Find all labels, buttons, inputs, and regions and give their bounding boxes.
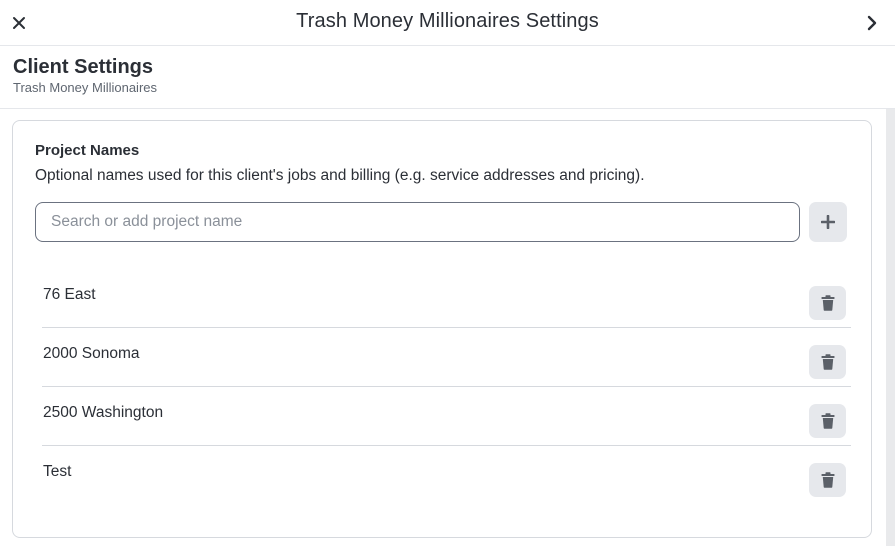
- add-project-button[interactable]: [809, 202, 847, 242]
- trash-icon: [821, 354, 834, 370]
- delete-project-button[interactable]: [809, 345, 846, 379]
- section-header: Client Settings Trash Money Millionaires: [13, 55, 157, 96]
- list-item: 2000 Sonoma: [42, 328, 851, 387]
- top-bar: Trash Money Millionaires Settings: [0, 0, 895, 46]
- section-subtitle: Trash Money Millionaires: [13, 80, 158, 95]
- list-item: Test: [42, 446, 851, 505]
- project-name: Test: [43, 463, 72, 480]
- delete-project-button[interactable]: [809, 463, 846, 497]
- plus-icon: [821, 215, 835, 229]
- scrollbar[interactable]: [886, 109, 895, 546]
- trash-icon: [821, 472, 834, 488]
- card-title: Project Names: [35, 142, 140, 159]
- project-names-card: Project Names Optional names used for th…: [12, 120, 872, 538]
- trash-icon: [821, 295, 834, 311]
- list-item: 76 East: [42, 269, 851, 328]
- project-list: 76 East 2000 Sonoma 2500 Washington Test: [42, 269, 851, 505]
- list-item: 2500 Washington: [42, 387, 851, 446]
- card-description: Optional names used for this client's jo…: [35, 167, 645, 184]
- delete-project-button[interactable]: [809, 286, 846, 320]
- chevron-right-icon: [867, 15, 877, 31]
- section-title: Client Settings: [13, 56, 154, 78]
- project-name: 2000 Sonoma: [43, 345, 140, 362]
- next-button[interactable]: [862, 12, 882, 34]
- project-search-input[interactable]: [35, 202, 800, 242]
- trash-icon: [821, 413, 834, 429]
- dialog-title: Trash Money Millionaires Settings: [296, 10, 599, 32]
- delete-project-button[interactable]: [809, 404, 846, 438]
- header-divider: [0, 108, 895, 109]
- project-name: 2500 Washington: [43, 404, 164, 421]
- project-name: 76 East: [43, 286, 96, 303]
